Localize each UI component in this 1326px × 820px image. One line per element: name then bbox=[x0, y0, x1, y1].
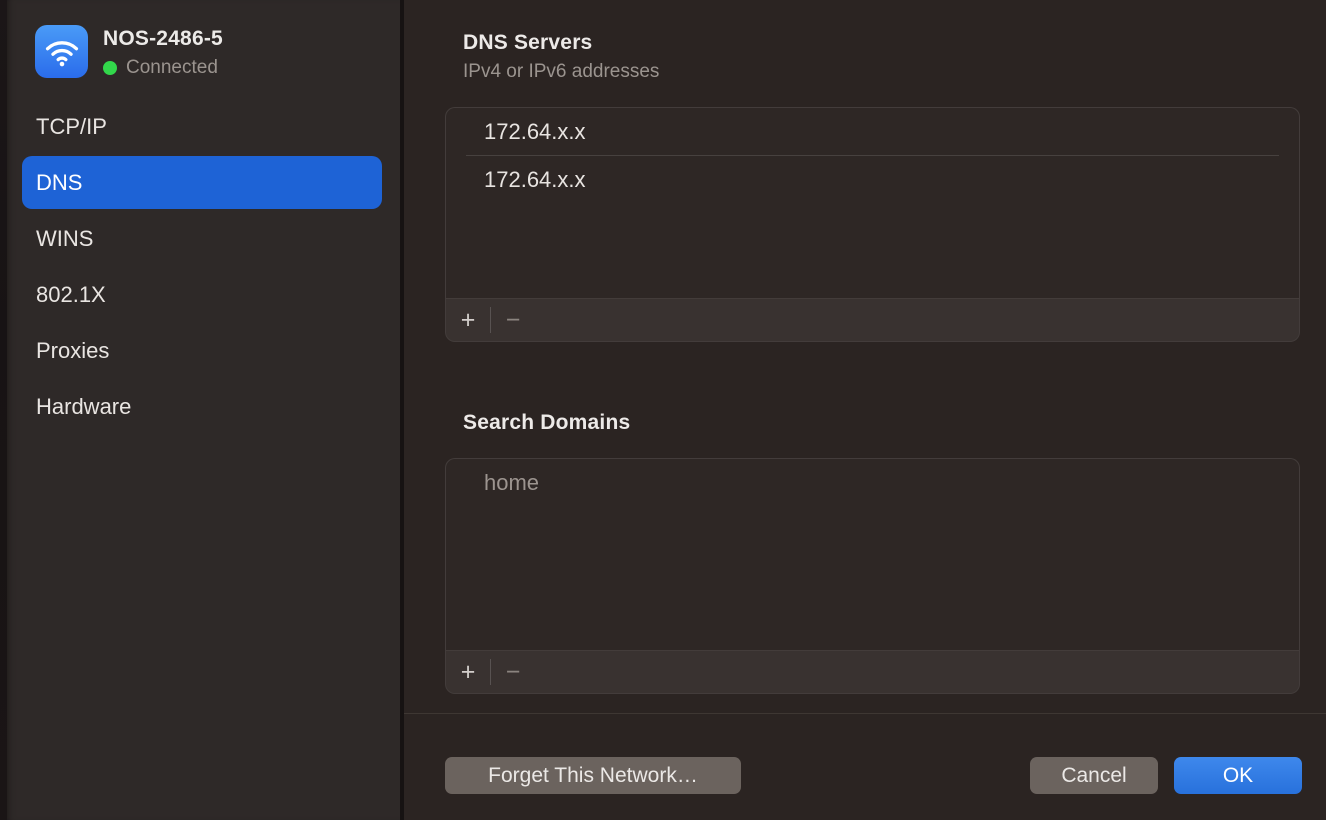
sidebar-item-8021x[interactable]: 802.1X bbox=[7, 267, 400, 323]
connected-status-dot bbox=[103, 61, 117, 75]
network-header: NOS-2486-5 Connected bbox=[7, 0, 400, 90]
ok-button[interactable]: OK bbox=[1174, 757, 1302, 794]
remove-dns-server-button[interactable]: − bbox=[491, 299, 535, 341]
dns-servers-toolbar: + − bbox=[446, 298, 1299, 341]
network-name: NOS-2486-5 bbox=[103, 27, 223, 51]
connected-status-label: Connected bbox=[126, 57, 218, 79]
sidebar-item-hardware[interactable]: Hardware bbox=[7, 379, 400, 435]
plus-icon: + bbox=[461, 660, 476, 685]
plus-icon: + bbox=[461, 308, 476, 333]
dns-settings-panel: DNS Servers IPv4 or IPv6 addresses 172.6… bbox=[404, 0, 1326, 820]
network-status: Connected bbox=[103, 57, 218, 79]
minus-icon: − bbox=[506, 308, 521, 333]
remove-search-domain-button[interactable]: − bbox=[491, 651, 535, 693]
add-search-domain-button[interactable]: + bbox=[446, 651, 490, 693]
window-edge bbox=[0, 0, 7, 820]
search-domains-list: home + − bbox=[445, 458, 1300, 694]
sidebar-item-proxies[interactable]: Proxies bbox=[7, 323, 400, 379]
sidebar-item-dns[interactable]: DNS bbox=[22, 156, 382, 209]
dns-servers-rows: 172.64.x.x 172.64.x.x bbox=[446, 108, 1299, 298]
minus-icon: − bbox=[506, 660, 521, 685]
search-domains-toolbar: + − bbox=[446, 650, 1299, 693]
dns-servers-title: DNS Servers bbox=[463, 31, 592, 55]
sidebar-item-tcpip[interactable]: TCP/IP bbox=[7, 99, 400, 155]
sidebar: NOS-2486-5 Connected TCP/IP DNS WINS 802… bbox=[7, 0, 400, 820]
add-dns-server-button[interactable]: + bbox=[446, 299, 490, 341]
search-domains-title: Search Domains bbox=[463, 411, 630, 435]
dns-server-entry[interactable]: 172.64.x.x bbox=[446, 108, 1299, 155]
search-domains-rows: home bbox=[446, 459, 1299, 650]
sidebar-nav: TCP/IP DNS WINS 802.1X Proxies Hardware bbox=[7, 99, 400, 435]
sidebar-item-wins[interactable]: WINS bbox=[7, 211, 400, 267]
wifi-icon bbox=[35, 25, 88, 78]
cancel-button[interactable]: Cancel bbox=[1030, 757, 1158, 794]
dns-server-entry[interactable]: 172.64.x.x bbox=[446, 156, 1299, 203]
dns-servers-list: 172.64.x.x 172.64.x.x + − bbox=[445, 107, 1300, 342]
dns-servers-subtitle: IPv4 or IPv6 addresses bbox=[463, 61, 659, 83]
footer-divider bbox=[404, 713, 1326, 714]
forget-network-button[interactable]: Forget This Network… bbox=[445, 757, 741, 794]
search-domain-entry[interactable]: home bbox=[446, 459, 1299, 506]
network-details-sheet: NOS-2486-5 Connected TCP/IP DNS WINS 802… bbox=[0, 0, 1326, 820]
